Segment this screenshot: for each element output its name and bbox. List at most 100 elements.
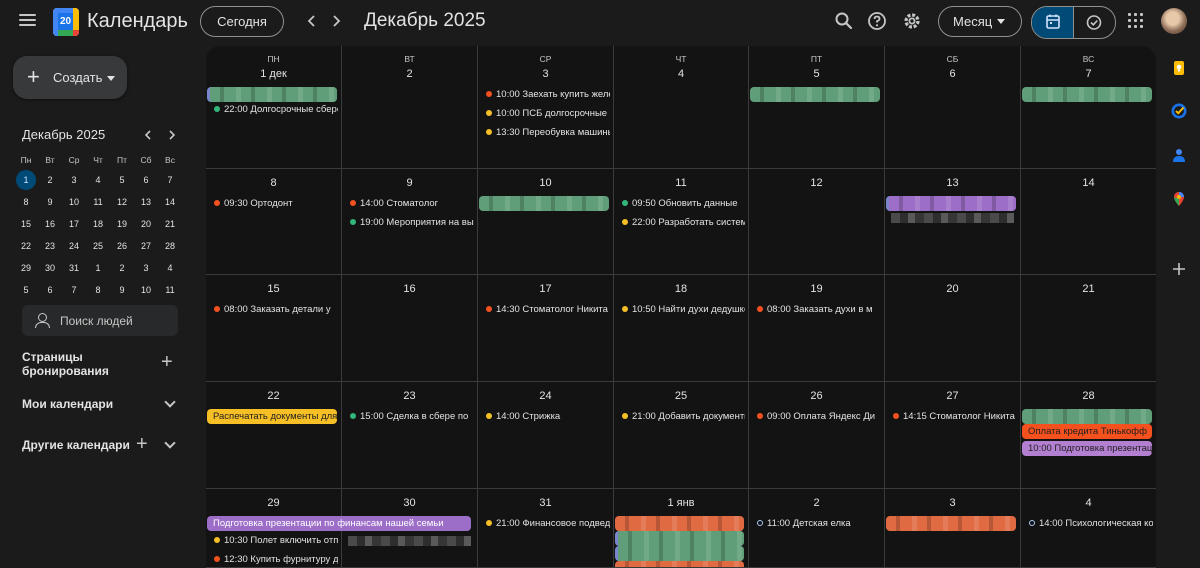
- chevron-down-icon[interactable]: [165, 398, 175, 408]
- mini-day[interactable]: 26: [111, 236, 133, 256]
- mini-day[interactable]: 8: [87, 280, 109, 300]
- day-cell[interactable]: ПТ 5: [749, 46, 885, 169]
- mini-day[interactable]: 29: [15, 258, 37, 278]
- mini-day[interactable]: 4: [159, 258, 181, 278]
- mini-day[interactable]: 3: [63, 170, 85, 190]
- day-number[interactable]: 1 янв: [614, 497, 748, 509]
- event-chip[interactable]: Оплата кредита Тинькофф: [1022, 424, 1152, 439]
- redacted-event-chip[interactable]: [479, 196, 609, 211]
- mini-day[interactable]: 21: [159, 214, 181, 234]
- mini-day[interactable]: 9: [39, 192, 61, 212]
- event-item[interactable]: 08:00 Заказать духи в м: [755, 302, 881, 318]
- day-number[interactable]: 2: [749, 497, 884, 509]
- event-item[interactable]: 09:30 Ортодонт: [212, 196, 338, 212]
- avatar[interactable]: [1161, 8, 1187, 34]
- day-number[interactable]: 2: [342, 68, 477, 80]
- mini-day[interactable]: 28: [159, 236, 181, 256]
- mini-day[interactable]: 31: [63, 258, 85, 278]
- app-title[interactable]: Календарь: [87, 10, 188, 33]
- mini-day[interactable]: 25: [87, 236, 109, 256]
- event-item[interactable]: 09:00 Оплата Яндекс Ди: [755, 409, 881, 425]
- day-cell[interactable]: 26 09:00 Оплата Яндекс Ди: [749, 382, 885, 489]
- mini-day[interactable]: 22: [15, 236, 37, 256]
- mini-day[interactable]: 5: [15, 280, 37, 300]
- day-number[interactable]: 24: [478, 390, 613, 402]
- mini-day[interactable]: 6: [39, 280, 61, 300]
- event-item[interactable]: 10:50 Найти духи дедушке: [620, 302, 745, 318]
- day-number[interactable]: 23: [342, 390, 477, 402]
- event-item[interactable]: 22:00 Долгосрочные сбережения: [212, 102, 338, 118]
- day-cell[interactable]: СБ 6: [885, 46, 1021, 169]
- event-item[interactable]: 21:00 Финансовое подведение итогов: [484, 516, 610, 532]
- mini-day[interactable]: 9: [111, 280, 133, 300]
- day-number[interactable]: 19: [749, 283, 884, 295]
- day-cell[interactable]: 2 11:00 Детская елка: [749, 489, 885, 568]
- mini-day[interactable]: 27: [135, 236, 157, 256]
- event-item[interactable]: 09:50 Обновить данные: [620, 196, 745, 212]
- event-item[interactable]: 15:00 Сделка в сбере по: [348, 409, 474, 425]
- event-item[interactable]: 21:00 Добавить документы: [620, 409, 745, 425]
- event-item[interactable]: 10:00 Заехать купить железо: [484, 87, 610, 103]
- day-cell[interactable]: 27 14:15 Стоматолог Никита: [885, 382, 1021, 489]
- mini-day[interactable]: 20: [135, 214, 157, 234]
- mini-day[interactable]: 14: [159, 192, 181, 212]
- redacted-event-text[interactable]: [891, 213, 1014, 223]
- day-number[interactable]: 29: [206, 497, 341, 509]
- day-cell[interactable]: 9 14:00 Стоматолог 19:00 Мероприятия на вы…: [342, 169, 478, 275]
- mini-day[interactable]: 15: [15, 214, 37, 234]
- settings-icon[interactable]: [900, 9, 924, 33]
- redacted-event-chip[interactable]: [615, 531, 744, 546]
- redacted-event-chip[interactable]: [886, 196, 1016, 211]
- day-cell[interactable]: 20: [885, 275, 1021, 382]
- event-item[interactable]: 11:00 Детская елка: [755, 516, 881, 532]
- day-cell[interactable]: 29 Подготовка презентации по финансам наш…: [206, 489, 471, 568]
- calendar-view-icon[interactable]: [1032, 7, 1073, 38]
- event-item[interactable]: 22:00 Разработать систему: [620, 215, 745, 231]
- search-icon[interactable]: [832, 9, 856, 33]
- day-number[interactable]: 10: [478, 177, 613, 189]
- add-addon-icon[interactable]: [1171, 261, 1187, 277]
- day-number[interactable]: 26: [749, 390, 884, 402]
- mini-day[interactable]: 11: [87, 192, 109, 212]
- event-chip[interactable]: 10:00 Подготовка презентации: [1022, 441, 1152, 456]
- day-number[interactable]: 12: [749, 177, 884, 189]
- help-icon[interactable]: [865, 9, 889, 33]
- day-cell[interactable]: 28 Оплата кредита Тинькофф 10:00 Подготовк…: [1021, 382, 1156, 489]
- day-cell[interactable]: 15 08:00 Заказать детали у: [206, 275, 342, 382]
- day-number[interactable]: 31: [478, 497, 613, 509]
- event-chip[interactable]: Распечатать документы для: [207, 409, 337, 424]
- day-number[interactable]: 30: [342, 497, 477, 509]
- calendar-logo[interactable]: 20: [53, 8, 79, 36]
- day-cell[interactable]: 4 14:00 Психологическая консультация: [1021, 489, 1156, 568]
- day-cell[interactable]: 19 08:00 Заказать духи в м: [749, 275, 885, 382]
- mini-day[interactable]: 2: [39, 170, 61, 190]
- day-cell[interactable]: 18 10:50 Найти духи дедушке: [614, 275, 749, 382]
- mini-day[interactable]: 7: [63, 280, 85, 300]
- previous-month-button[interactable]: [302, 11, 322, 31]
- event-item[interactable]: 14:00 Стрижка: [484, 409, 610, 425]
- mini-day[interactable]: 17: [63, 214, 85, 234]
- my-calendars-heading[interactable]: Мои календари: [22, 397, 113, 411]
- event-item[interactable]: 14:00 Стоматолог: [348, 196, 474, 212]
- mini-day[interactable]: 16: [39, 214, 61, 234]
- mini-day[interactable]: 10: [135, 280, 157, 300]
- event-item[interactable]: 19:00 Мероприятия на выходные: [348, 215, 474, 231]
- add-booking-page-icon[interactable]: +: [161, 352, 173, 372]
- event-chip[interactable]: Подготовка презентации по финансам нашей…: [207, 516, 471, 531]
- day-number[interactable]: 25: [614, 390, 748, 402]
- day-cell[interactable]: 12: [749, 169, 885, 275]
- day-cell[interactable]: 25 21:00 Добавить документы: [614, 382, 749, 489]
- day-cell[interactable]: 31 21:00 Финансовое подведение итогов: [478, 489, 614, 568]
- day-number[interactable]: 21: [1021, 283, 1156, 295]
- mini-day[interactable]: 13: [135, 192, 157, 212]
- mini-day[interactable]: 2: [111, 258, 133, 278]
- day-number[interactable]: 1 дек: [206, 68, 341, 80]
- event-item[interactable]: 14:00 Психологическая консультация: [1027, 516, 1153, 532]
- day-number[interactable]: 14: [1021, 177, 1156, 189]
- mini-day[interactable]: 18: [87, 214, 109, 234]
- day-number[interactable]: 6: [885, 68, 1020, 80]
- maps-icon[interactable]: [1171, 191, 1187, 207]
- today-button[interactable]: Сегодня: [200, 6, 284, 37]
- redacted-event-chip[interactable]: [615, 516, 744, 531]
- day-cell[interactable]: 13: [885, 169, 1021, 275]
